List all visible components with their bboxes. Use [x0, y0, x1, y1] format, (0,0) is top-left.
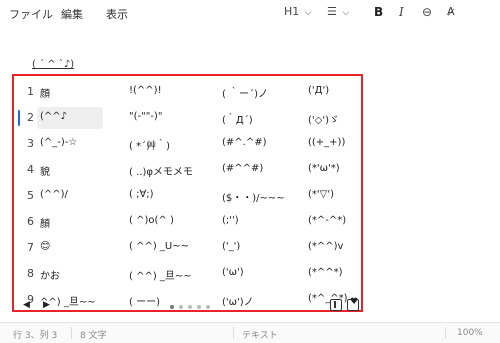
row-number: 7	[27, 241, 34, 254]
kaomoji-item[interactable]: (;'')	[222, 215, 239, 226]
kaomoji-item[interactable]: (#^.^#)	[222, 137, 267, 148]
kaomoji-row: 4 貌 ( ..)φメモメモ (#^^#) (*'ω'*)	[14, 157, 361, 183]
row-number: 1	[27, 85, 34, 98]
row-number: 3	[27, 137, 34, 150]
kaomoji-item[interactable]: 顔	[40, 85, 50, 100]
kaomoji-row: 8 かお ( ^^) _旦~~ ('ω') (*^^*)	[14, 261, 361, 287]
kaomoji-item[interactable]: (#^^#)	[222, 163, 263, 174]
kaomoji-item[interactable]: ('◇')ゞ	[308, 111, 339, 126]
italic-button[interactable]: I	[399, 5, 404, 19]
row-number: 2	[27, 111, 34, 124]
kaomoji-item[interactable]: ( ^^) _旦~~	[129, 267, 192, 282]
row-number: 4	[27, 163, 34, 176]
selection-indicator	[18, 110, 20, 126]
kaomoji-item[interactable]: ($・・)/~~~	[222, 189, 285, 204]
file-type: テキスト	[242, 331, 278, 341]
panel-toggle-icon[interactable]	[330, 299, 342, 311]
kaomoji-item[interactable]: ( ..)φメモメモ	[129, 163, 193, 178]
status-divider	[71, 327, 72, 339]
list-dropdown[interactable]: ☰ ⌵	[327, 5, 349, 18]
kaomoji-item[interactable]: !(^^)!	[129, 85, 162, 96]
kaomoji-item[interactable]: ( ;∀;)	[129, 189, 154, 200]
chevron-down-icon: ⌵	[304, 8, 312, 18]
cursor-position: 行 3、列 3	[13, 331, 58, 341]
kaomoji-item[interactable]: 😊	[40, 241, 50, 252]
kaomoji-row: 3 (^_-)-☆ ( *´艸｀) (#^.^#) ((+_+))	[14, 131, 361, 157]
kaomoji-item[interactable]: (*^-^*)	[308, 215, 346, 226]
kaomoji-item[interactable]: ('_')	[222, 241, 240, 252]
heading-label: H1	[284, 5, 300, 18]
spellcheck-icon[interactable]: A̷	[447, 5, 455, 18]
kaomoji-item[interactable]: (*'▽')	[308, 189, 334, 200]
menu-bar: ファイル 編集 表示 H1 ⌵ ☰ ⌵ B I ⊖ A̷	[0, 0, 500, 26]
heading-dropdown[interactable]: H1 ⌵	[284, 5, 312, 18]
status-divider	[445, 327, 446, 339]
kaomoji-item[interactable]: ( ^^) _U~~	[129, 241, 189, 252]
document-text[interactable]: ( ´ ^ `♪)	[32, 59, 74, 70]
kaomoji-item[interactable]: (^^)/	[40, 189, 68, 200]
page-dot[interactable]	[179, 305, 183, 309]
kaomoji-item[interactable]: (*^^*)	[308, 267, 343, 278]
row-number: 8	[27, 267, 34, 280]
zoom-level[interactable]: 100%	[457, 328, 483, 338]
row-number: 5	[27, 189, 34, 202]
row-number: 6	[27, 215, 34, 228]
status-divider	[233, 327, 234, 339]
bold-button[interactable]: B	[374, 5, 383, 19]
link-icon[interactable]: ⊖	[422, 5, 432, 19]
kaomoji-item[interactable]: 顏	[40, 215, 50, 230]
kaomoji-item[interactable]: ((+_+))	[308, 137, 345, 148]
pager: ◀ ▶ ♥	[14, 297, 361, 312]
panel-divider	[334, 301, 336, 308]
kaomoji-item[interactable]: (*^^)v	[308, 241, 343, 252]
kaomoji-row: 6 顏 ( ^)o(^ ) (;'') (*^-^*)	[14, 209, 361, 235]
kaomoji-row: 1 顔 !(^^)! ( ｀ー´)ノ ('Д')	[14, 79, 361, 105]
kaomoji-picker: 1 顔 !(^^)! ( ｀ー´)ノ ('Д') 2 (^^♪ "(-""-)" (｀Д´) ('…	[12, 74, 363, 312]
page-dot[interactable]	[188, 305, 192, 309]
next-page-icon[interactable]: ▶	[43, 300, 50, 310]
kaomoji-item[interactable]: (^_-)-☆	[40, 137, 77, 148]
kaomoji-item[interactable]: 貌	[40, 163, 50, 178]
heart-icon: ♥	[350, 297, 359, 307]
favorites-icon[interactable]: ♥	[347, 297, 359, 311]
menu-file[interactable]: ファイル	[9, 6, 53, 22]
kaomoji-item[interactable]: (*'ω'*)	[308, 163, 340, 174]
kaomoji-row: 2 (^^♪ "(-""-)" (｀Д´) ('◇')ゞ	[14, 105, 361, 131]
kaomoji-item[interactable]: ( *´艸｀)	[129, 137, 170, 152]
kaomoji-row: 5 (^^)/ ( ;∀;) ($・・)/~~~ (*'▽')	[14, 183, 361, 209]
kaomoji-item[interactable]: "(-""-)"	[129, 111, 162, 122]
status-bar: 行 3、列 3 8 文字 テキスト 100%	[0, 322, 500, 343]
kaomoji-item[interactable]: (｀Д´)	[222, 111, 253, 126]
kaomoji-item[interactable]: (^^♪	[40, 111, 67, 122]
page-dot[interactable]	[170, 305, 174, 309]
kaomoji-item[interactable]: かお	[40, 267, 60, 282]
page-dot[interactable]	[206, 305, 210, 309]
menu-edit[interactable]: 編集	[61, 6, 83, 22]
kaomoji-item[interactable]: ('Д')	[308, 85, 329, 96]
char-count: 8 文字	[80, 331, 107, 341]
prev-page-icon[interactable]: ◀	[23, 300, 30, 310]
chevron-down-icon: ⌵	[342, 8, 350, 18]
kaomoji-item[interactable]: ('ω')	[222, 267, 244, 278]
page-dot[interactable]	[197, 305, 201, 309]
menu-view[interactable]: 表示	[106, 6, 128, 22]
list-icon: ☰	[327, 5, 337, 18]
kaomoji-item[interactable]: ( ^)o(^ )	[129, 215, 174, 226]
kaomoji-row: 7 😊 ( ^^) _U~~ ('_') (*^^)v	[14, 235, 361, 261]
kaomoji-item[interactable]: ( ｀ー´)ノ	[222, 85, 268, 100]
